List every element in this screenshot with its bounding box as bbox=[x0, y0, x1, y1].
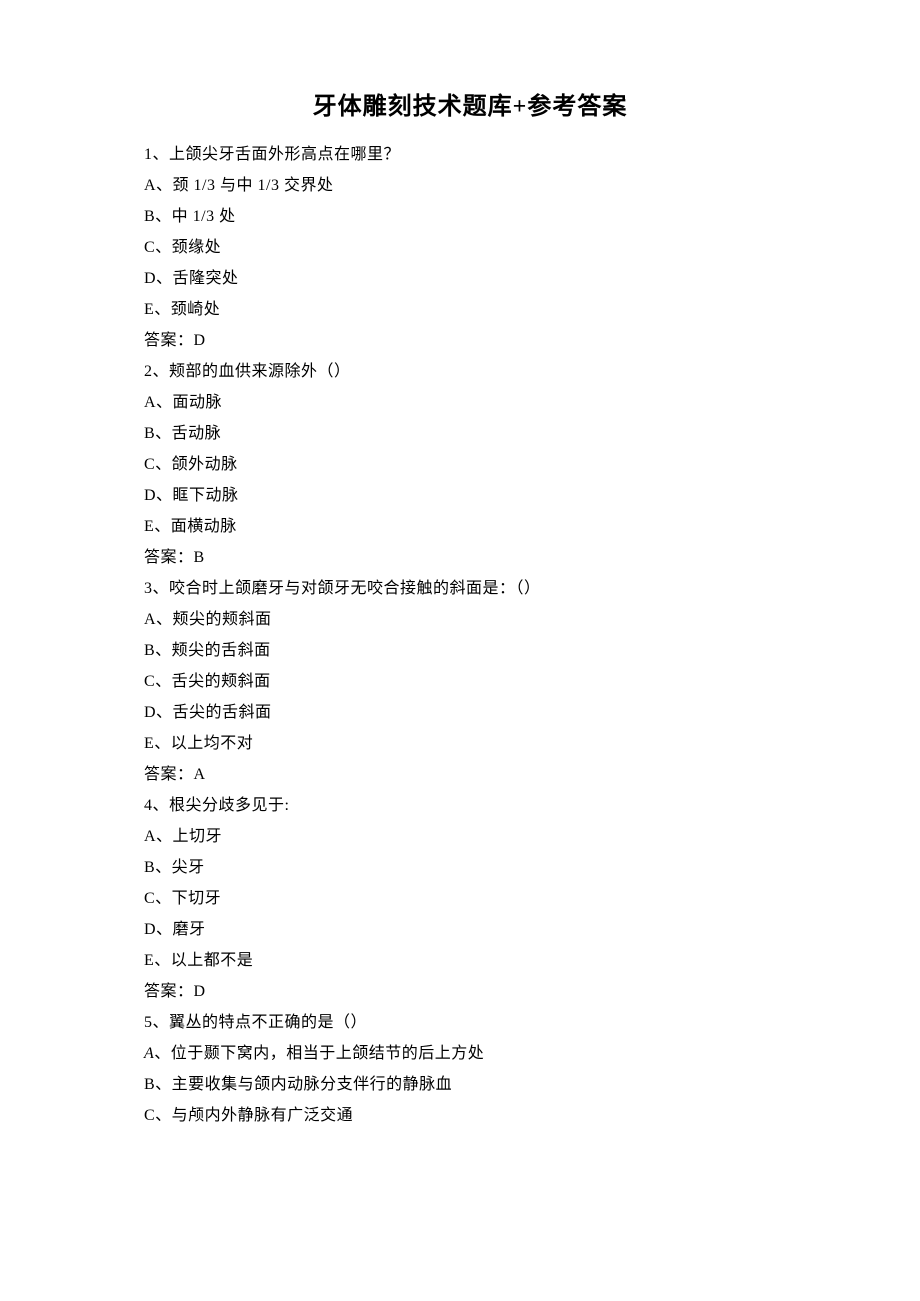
text-line: 5、翼丛的特点不正确的是（） bbox=[144, 1007, 796, 1038]
text-line: E、以上均不对 bbox=[144, 728, 796, 759]
text-line: C、颌外动脉 bbox=[144, 449, 796, 480]
text-line: D、舌隆突处 bbox=[144, 263, 796, 294]
text-line: 2、颊部的血供来源除外（） bbox=[144, 356, 796, 387]
text-line: A、上切牙 bbox=[144, 821, 796, 852]
text-line: B、颊尖的舌斜面 bbox=[144, 635, 796, 666]
italic-letter: A bbox=[144, 1045, 154, 1062]
text-line: A、面动脉 bbox=[144, 387, 796, 418]
document-body: 1、上颌尖牙舌面外形高点在哪里？A、颈 1/3 与中 1/3 交界处B、中 1/… bbox=[144, 139, 796, 1131]
document-page: 牙体雕刻技术题库+参考答案 1、上颌尖牙舌面外形高点在哪里？A、颈 1/3 与中… bbox=[0, 0, 920, 1301]
text-line: C、颈缘处 bbox=[144, 232, 796, 263]
text-line: D、舌尖的舌斜面 bbox=[144, 697, 796, 728]
text-line: A、颈 1/3 与中 1/3 交界处 bbox=[144, 170, 796, 201]
text-line: E、面横动脉 bbox=[144, 511, 796, 542]
text-line: E、以上都不是 bbox=[144, 945, 796, 976]
text-line: D、磨牙 bbox=[144, 914, 796, 945]
text-line: D、眶下动脉 bbox=[144, 480, 796, 511]
text-line: A、颊尖的颊斜面 bbox=[144, 604, 796, 635]
text-line: B、尖牙 bbox=[144, 852, 796, 883]
text-span: 、位于颞下窝内，相当于上颌结节的后上方处 bbox=[154, 1045, 484, 1062]
text-line: 答案：D bbox=[144, 976, 796, 1007]
text-line: 1、上颌尖牙舌面外形高点在哪里？ bbox=[144, 139, 796, 170]
text-line: 3、咬合时上颌磨牙与对颌牙无咬合接触的斜面是：（） bbox=[144, 573, 796, 604]
text-line: 4、根尖分歧多见于: bbox=[144, 790, 796, 821]
text-line: B、主要收集与颌内动脉分支伴行的静脉血 bbox=[144, 1069, 796, 1100]
text-line: C、下切牙 bbox=[144, 883, 796, 914]
text-line: 答案：B bbox=[144, 542, 796, 573]
text-line: 答案：D bbox=[144, 325, 796, 356]
text-line: A、位于颞下窝内，相当于上颌结节的后上方处 bbox=[144, 1038, 796, 1069]
text-line: C、与颅内外静脉有广泛交通 bbox=[144, 1100, 796, 1131]
text-line: 答案：A bbox=[144, 759, 796, 790]
text-line: E、颈崎处 bbox=[144, 294, 796, 325]
document-title: 牙体雕刻技术题库+参考答案 bbox=[144, 86, 796, 121]
text-line: B、中 1/3 处 bbox=[144, 201, 796, 232]
text-line: C、舌尖的颊斜面 bbox=[144, 666, 796, 697]
text-line: B、舌动脉 bbox=[144, 418, 796, 449]
